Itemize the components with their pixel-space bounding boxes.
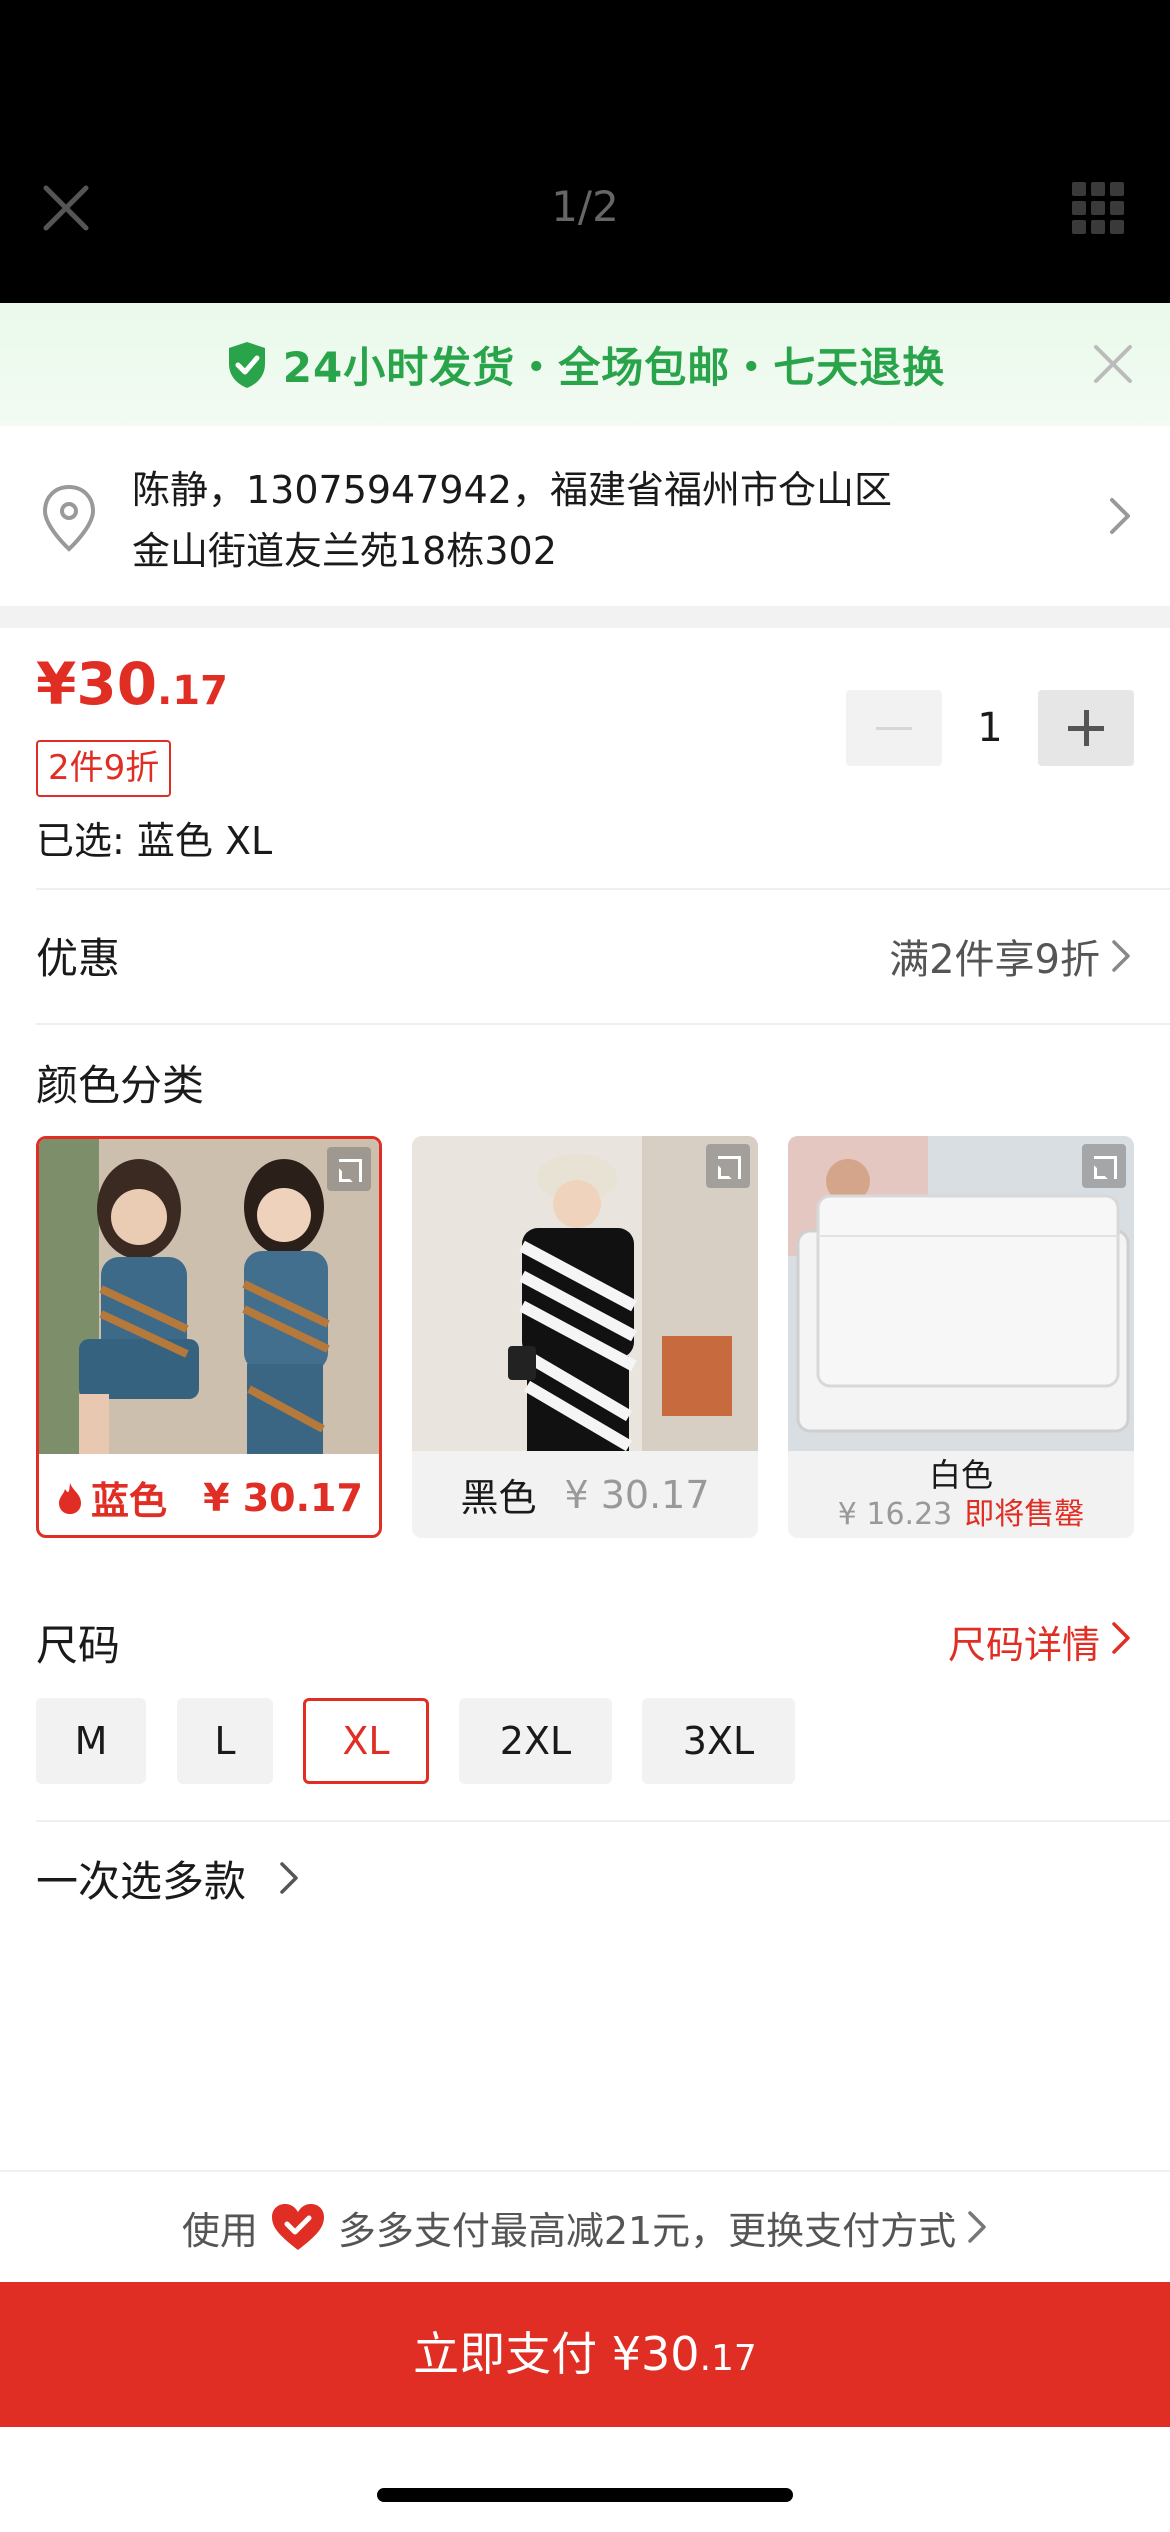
banner-text: 24小时发货・全场包邮・七天退换 [282, 343, 946, 392]
banner-close-icon[interactable] [1092, 343, 1134, 385]
expand-icon[interactable] [1082, 1144, 1126, 1188]
duoduo-pay-heart-icon [271, 2204, 324, 2250]
color-name: 黑色 [460, 1476, 537, 1520]
chevron-right-icon [968, 2211, 986, 2243]
quantity-decrease-button[interactable] [846, 690, 942, 766]
color-caption: 蓝色 ¥ 30.17 [39, 1454, 379, 1535]
color-price: ¥ 30.17 [564, 1472, 710, 1517]
divider [36, 1023, 1170, 1025]
size-option-l[interactable]: L [177, 1698, 273, 1784]
size-option-2xl[interactable]: 2XL [459, 1698, 612, 1784]
grid-icon[interactable] [1072, 182, 1124, 234]
divider [36, 888, 1170, 890]
color-option-white[interactable]: 白色 ¥ 16.23 即将售罄 [788, 1136, 1134, 1538]
color-section-title: 颜色分类 [36, 1061, 205, 1110]
chevron-right-icon [1110, 498, 1130, 534]
selected-spec: 已选: 蓝色 XL [36, 819, 273, 863]
section-separator [0, 606, 1170, 628]
shipping-address[interactable]: 陈静，13075947942，福建省福州市仓山区 金山街道友兰苑18栋302 [0, 426, 1170, 606]
location-pin-icon [42, 484, 96, 552]
fire-icon [59, 1482, 82, 1514]
address-line-2: 金山街道友兰苑18栋302 [132, 529, 557, 573]
color-price: ¥ 16.23 [837, 1496, 953, 1532]
pay-now-button[interactable]: 立即支付 ¥30.17 [0, 2282, 1170, 2427]
shield-check-icon [228, 341, 265, 388]
multi-select-link[interactable]: 一次选多款 [36, 1848, 246, 1909]
expand-icon[interactable] [327, 1147, 371, 1191]
chevron-right-icon [1112, 940, 1130, 972]
service-banner: 24小时发货・全场包邮・七天退换 [0, 303, 1170, 426]
color-caption: 黑色 ¥ 30.17 [412, 1451, 758, 1538]
image-viewer-bar: 1/2 [0, 0, 1170, 303]
promo-value[interactable]: 满2件享9折 [889, 927, 1100, 985]
size-option-3xl[interactable]: 3XL [642, 1698, 795, 1784]
chevron-right-icon [1112, 1622, 1130, 1654]
size-section-title: 尺码 [36, 1621, 121, 1670]
expand-icon[interactable] [706, 1144, 750, 1188]
size-detail-link[interactable]: 尺码详情 [948, 1614, 1100, 1669]
color-option-black[interactable]: 黑色 ¥ 30.17 [412, 1136, 758, 1538]
sold-out-soon-label: 即将售罄 [964, 1496, 1085, 1532]
size-option-xl[interactable]: XL [303, 1698, 429, 1784]
image-pager: 1/2 [551, 182, 619, 231]
promo-label: 优惠 [36, 934, 121, 983]
color-option-blue[interactable]: 蓝色 ¥ 30.17 [36, 1136, 382, 1538]
payment-tip-text: 多多支付最高减21元，更换支付方式 [337, 2208, 957, 2253]
color-name: 蓝色 [91, 1479, 168, 1523]
payment-tip-prefix: 使用 [181, 2208, 258, 2253]
color-name: 白色 [928, 1455, 993, 1494]
quantity-value[interactable]: 1 [942, 690, 1038, 766]
color-caption: 白色 ¥ 16.23 即将售罄 [788, 1451, 1134, 1538]
chevron-right-icon [280, 1862, 298, 1894]
size-option-m[interactable]: M [36, 1698, 146, 1784]
home-indicator [377, 2488, 793, 2502]
address-line-1: 陈静，13075947942，福建省福州市仓山区 [132, 468, 892, 512]
price: ¥30.17 [36, 650, 228, 718]
divider [36, 1820, 1170, 1822]
quantity-increase-button[interactable] [1038, 690, 1134, 766]
color-price: ¥ 30.17 [203, 1475, 363, 1520]
discount-tag: 2件9折 [36, 740, 172, 797]
payment-method-tip[interactable]: 使用 多多支付最高减21元，更换支付方式 [0, 2170, 1170, 2282]
